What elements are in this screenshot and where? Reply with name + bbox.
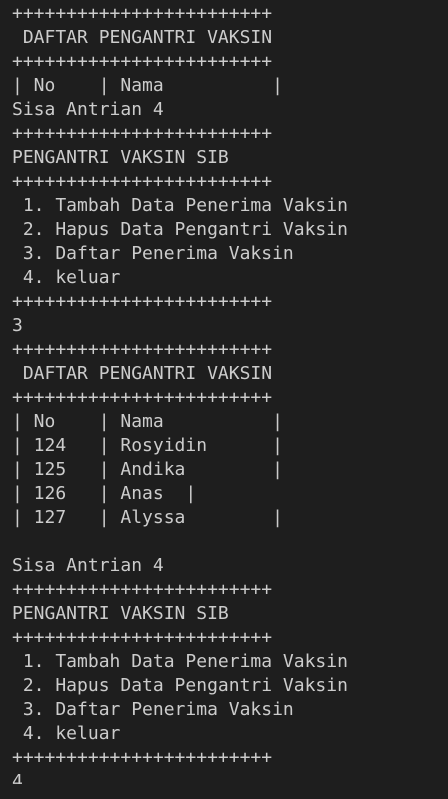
table-header-row: | No | Nama | (12, 411, 283, 432)
separator-line: ++++++++++++++++++++++++ (12, 171, 273, 192)
separator-line: ++++++++++++++++++++++++ (12, 51, 273, 72)
remaining-queue-text: Sisa Antrian 4 (12, 99, 164, 120)
table-row: | 124 | Rosyidin | (12, 435, 283, 456)
user-input-line: 4 (12, 771, 23, 784)
table-row: | 127 | Alyssa | (12, 507, 283, 528)
menu-option: 3. Daftar Penerima Vaksin (12, 243, 294, 264)
table-header-row: | No | Nama | (12, 75, 283, 96)
menu-option: 4. keluar (12, 723, 121, 744)
menu-title: PENGANTRI VAKSIN SIB (12, 147, 229, 168)
remaining-queue-text: Sisa Antrian 4 (12, 555, 164, 576)
separator-line: ++++++++++++++++++++++++ (12, 579, 273, 600)
separator-line: ++++++++++++++++++++++++ (12, 627, 273, 648)
menu-option: 3. Daftar Penerima Vaksin (12, 699, 294, 720)
list-title: DAFTAR PENGANTRI VAKSIN (12, 363, 273, 384)
separator-line: ++++++++++++++++++++++++ (12, 339, 273, 360)
table-row: | 125 | Andika | (12, 459, 283, 480)
menu-option: 4. keluar (12, 267, 121, 288)
separator-line: ++++++++++++++++++++++++ (12, 123, 273, 144)
terminal-output[interactable]: ++++++++++++++++++++++++ DAFTAR PENGANTR… (0, 0, 448, 799)
menu-option: 1. Tambah Data Penerima Vaksin (12, 195, 348, 216)
separator-line: ++++++++++++++++++++++++ (12, 291, 273, 312)
separator-line: ++++++++++++++++++++++++ (12, 387, 273, 408)
separator-line: ++++++++++++++++++++++++ (12, 3, 273, 24)
separator-line: ++++++++++++++++++++++++ (12, 747, 273, 768)
table-row: | 126 | Anas | (12, 483, 197, 504)
menu-option: 2. Hapus Data Pengantri Vaksin (12, 675, 348, 696)
list-title: DAFTAR PENGANTRI VAKSIN (12, 27, 273, 48)
menu-option: 1. Tambah Data Penerima Vaksin (12, 651, 348, 672)
user-input-line: 3 (12, 315, 23, 336)
menu-title: PENGANTRI VAKSIN SIB (12, 603, 229, 624)
menu-option: 2. Hapus Data Pengantri Vaksin (12, 219, 348, 240)
